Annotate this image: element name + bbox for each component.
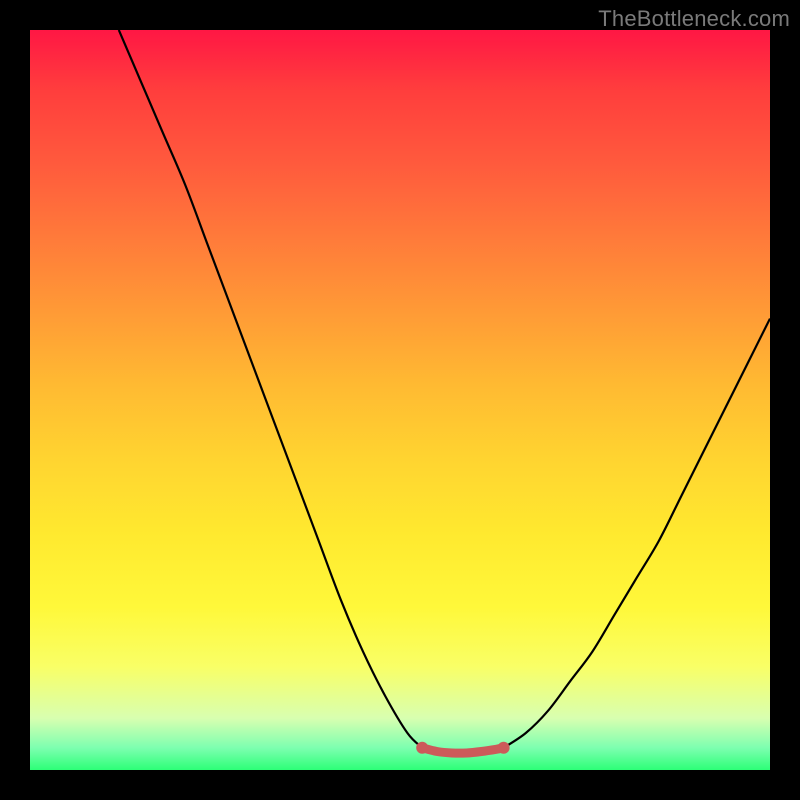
left-curve <box>119 30 422 748</box>
right-curve <box>504 319 770 748</box>
bottom-dot-left <box>416 742 428 754</box>
plot-area <box>30 30 770 770</box>
chart-frame: TheBottleneck.com <box>0 0 800 800</box>
bottom-dot-right <box>498 742 510 754</box>
bottom-band <box>422 748 503 753</box>
watermark-text: TheBottleneck.com <box>598 6 790 32</box>
curves-svg <box>30 30 770 770</box>
